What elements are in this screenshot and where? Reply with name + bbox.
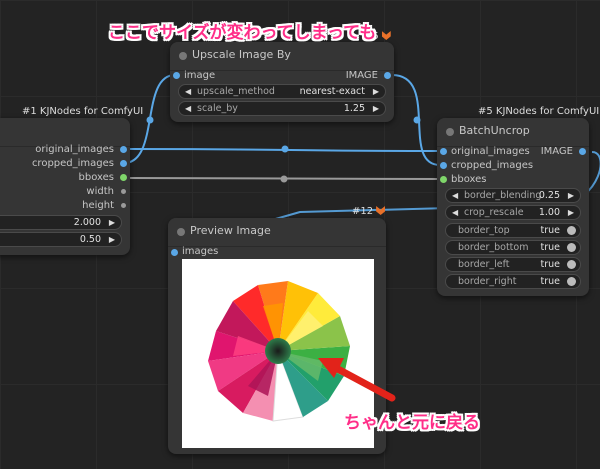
output-label-cropped-images: cropped_images bbox=[31, 158, 114, 169]
border-blending-number[interactable]: ◀ border_blending 0.25 ▶ bbox=[445, 188, 581, 203]
arrow-left-icon[interactable]: ◀ bbox=[185, 87, 191, 96]
border-top-toggle[interactable]: border_top true bbox=[445, 223, 581, 238]
arrow-right-icon[interactable]: ▶ bbox=[373, 104, 379, 113]
scale-by-number[interactable]: ◀ scale_by 1.25 ▶ bbox=[178, 101, 386, 116]
arrow-right-icon[interactable]: ▶ bbox=[109, 218, 115, 227]
output-port-image[interactable] bbox=[384, 72, 391, 79]
arrow-left-icon[interactable]: ◀ bbox=[452, 208, 458, 217]
output-port-width[interactable] bbox=[121, 189, 126, 194]
input-label-cropped-images: cropped_images bbox=[451, 160, 534, 171]
output-port-bboxes[interactable] bbox=[120, 174, 127, 181]
node-badge-uncrop: #5 KJNodes for ComfyUI bbox=[478, 106, 600, 117]
fox-icon bbox=[381, 31, 391, 40]
output-label-height: height bbox=[82, 200, 114, 211]
arrow-right-icon[interactable]: ▶ bbox=[568, 191, 574, 200]
input-port-bboxes[interactable] bbox=[440, 176, 447, 183]
toggle-knob[interactable] bbox=[567, 226, 576, 235]
node-badge-preview: #12 bbox=[352, 206, 386, 217]
border-right-toggle[interactable]: border_right true bbox=[445, 274, 581, 289]
input-label-image: image bbox=[184, 70, 216, 81]
batch-uncrop-node[interactable]: BatchUncrop original_images IMAGE croppe… bbox=[437, 118, 589, 296]
input-port-cropped-images[interactable] bbox=[440, 162, 447, 169]
input-port-image[interactable] bbox=[173, 72, 180, 79]
output-port-image[interactable] bbox=[579, 148, 586, 155]
border-bottom-toggle[interactable]: border_bottom true bbox=[445, 240, 581, 255]
output-label-image: IMAGE bbox=[345, 70, 378, 81]
toggle-knob[interactable] bbox=[567, 243, 576, 252]
node-title-bar[interactable] bbox=[0, 118, 130, 147]
collapse-dot-icon[interactable] bbox=[446, 128, 454, 136]
arrow-right-icon[interactable]: ▶ bbox=[373, 87, 379, 96]
kj-crop-node[interactable]: original_images cropped_images bboxes wi… bbox=[0, 118, 130, 255]
output-label-width: width bbox=[86, 186, 114, 197]
collapse-dot-icon[interactable] bbox=[177, 228, 185, 236]
node-title: Preview Image bbox=[190, 224, 271, 237]
arrow-right-icon[interactable]: ▶ bbox=[568, 208, 574, 217]
number-widget[interactable]: 0.50 ▶ bbox=[0, 232, 122, 247]
output-port-cropped-images[interactable] bbox=[120, 160, 127, 167]
toggle-knob[interactable] bbox=[567, 277, 576, 286]
upscale-method-combo[interactable]: ◀ upscale_method nearest-exact ▶ bbox=[178, 84, 386, 99]
node-title: Upscale Image By bbox=[192, 48, 291, 61]
arrow-right-icon[interactable]: ▶ bbox=[109, 235, 115, 244]
arrow-left-icon[interactable]: ◀ bbox=[452, 191, 458, 200]
input-port-original-images[interactable] bbox=[440, 148, 447, 155]
crop-rescale-number[interactable]: ◀ crop_rescale 1.00 ▶ bbox=[445, 205, 581, 220]
node-title: BatchUncrop bbox=[459, 124, 530, 137]
node-title-bar[interactable]: Preview Image bbox=[168, 218, 386, 247]
node-title-bar[interactable]: BatchUncrop bbox=[437, 118, 589, 147]
collapse-dot-icon[interactable] bbox=[179, 52, 187, 60]
output-port-original-images[interactable] bbox=[120, 146, 127, 153]
caption-bottom: ちゃんと元に戻る bbox=[344, 413, 480, 433]
output-label-image: IMAGE bbox=[540, 146, 573, 157]
node-badge-kj1: #1 KJNodes for ComfyUI bbox=[22, 106, 144, 117]
caption-top: ここでサイズが変わってしまっても bbox=[108, 23, 377, 43]
output-label-bboxes: bboxes bbox=[78, 172, 114, 183]
node-title-bar[interactable]: Upscale Image By bbox=[170, 42, 394, 71]
input-label-original-images: original_images bbox=[451, 146, 530, 157]
upscale-image-node[interactable]: Upscale Image By image IMAGE ◀ upscale_m… bbox=[170, 42, 394, 122]
number-widget[interactable]: 2.000 ▶ bbox=[0, 215, 122, 230]
input-label-images: images bbox=[182, 246, 219, 257]
border-left-toggle[interactable]: border_left true bbox=[445, 257, 581, 272]
input-port-images[interactable] bbox=[171, 249, 178, 256]
output-label-original-images: original_images bbox=[35, 144, 114, 155]
input-label-bboxes: bboxes bbox=[451, 174, 487, 185]
toggle-knob[interactable] bbox=[567, 260, 576, 269]
output-port-height[interactable] bbox=[121, 203, 126, 208]
arrow-left-icon[interactable]: ◀ bbox=[185, 104, 191, 113]
fox-icon bbox=[376, 206, 386, 215]
